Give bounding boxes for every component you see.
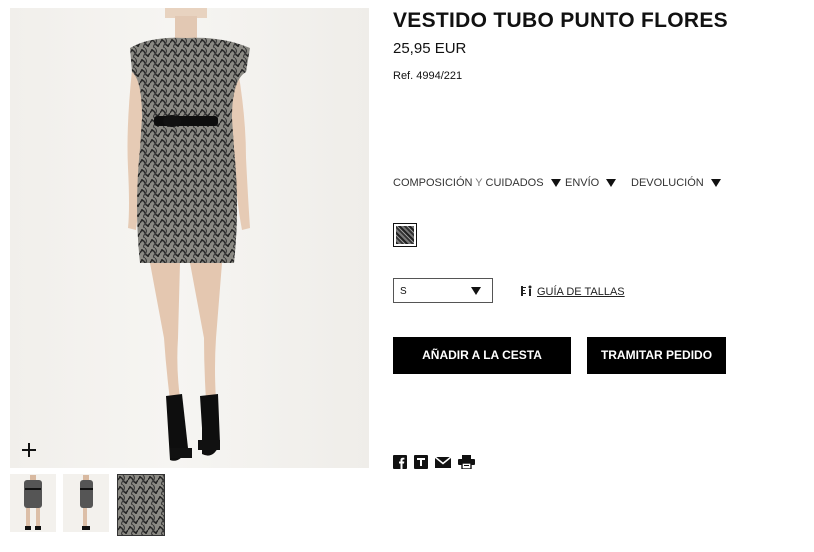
thumbnail-fabric-detail[interactable] — [117, 474, 165, 536]
thumbnail-front-image — [24, 475, 42, 530]
product-title: VESTIDO TUBO PUNTO FLORES — [393, 9, 728, 32]
zoom-plus-icon[interactable] — [21, 442, 37, 458]
tab-composition-care[interactable]: COMPOSICIÓN Y CUIDADOS — [393, 177, 561, 189]
tab-shipping-label: ENVÍO — [565, 177, 600, 189]
tab-shipping[interactable]: ENVÍO — [565, 177, 617, 189]
product-reference: Ref. 4994/221 — [393, 70, 463, 82]
size-guide-label: GUÍA DE TALLAS — [537, 286, 625, 298]
add-to-cart-button[interactable]: AÑADIR A LA CESTA — [393, 337, 571, 374]
tab-composition-label-a: COMPOSICIÓN — [393, 177, 473, 189]
tuenti-icon[interactable] — [414, 455, 428, 469]
chevron-down-icon — [710, 179, 721, 187]
color-swatch-pattern — [396, 226, 414, 244]
chevron-down-icon — [471, 287, 481, 295]
size-select[interactable]: S — [393, 278, 493, 303]
thumbnail-front[interactable] — [10, 474, 56, 532]
thumbnail-side[interactable] — [63, 474, 109, 532]
size-guide-link[interactable]: GUÍA DE TALLAS — [521, 285, 625, 298]
model-photo — [127, 8, 250, 461]
tab-returns[interactable]: DEVOLUCIÓN — [631, 177, 721, 189]
checkout-button[interactable]: TRAMITAR PEDIDO — [587, 337, 726, 374]
facebook-icon[interactable] — [393, 455, 407, 469]
product-price: 25,95 EUR — [393, 40, 467, 57]
ruler-icon — [521, 285, 532, 296]
chevron-down-icon — [550, 179, 561, 187]
thumbnail-fabric-image — [118, 475, 164, 535]
mail-icon[interactable] — [435, 455, 451, 469]
tab-composition-label-y: Y — [472, 177, 486, 189]
chevron-down-icon — [606, 179, 617, 187]
tab-returns-label: DEVOLUCIÓN — [631, 177, 704, 189]
main-product-image[interactable] — [10, 8, 369, 468]
size-select-value: S — [400, 286, 407, 297]
print-icon[interactable] — [458, 455, 475, 469]
color-swatch[interactable] — [393, 223, 417, 247]
thumbnail-side-image — [80, 475, 93, 530]
tab-composition-label-b: CUIDADOS — [485, 177, 544, 189]
